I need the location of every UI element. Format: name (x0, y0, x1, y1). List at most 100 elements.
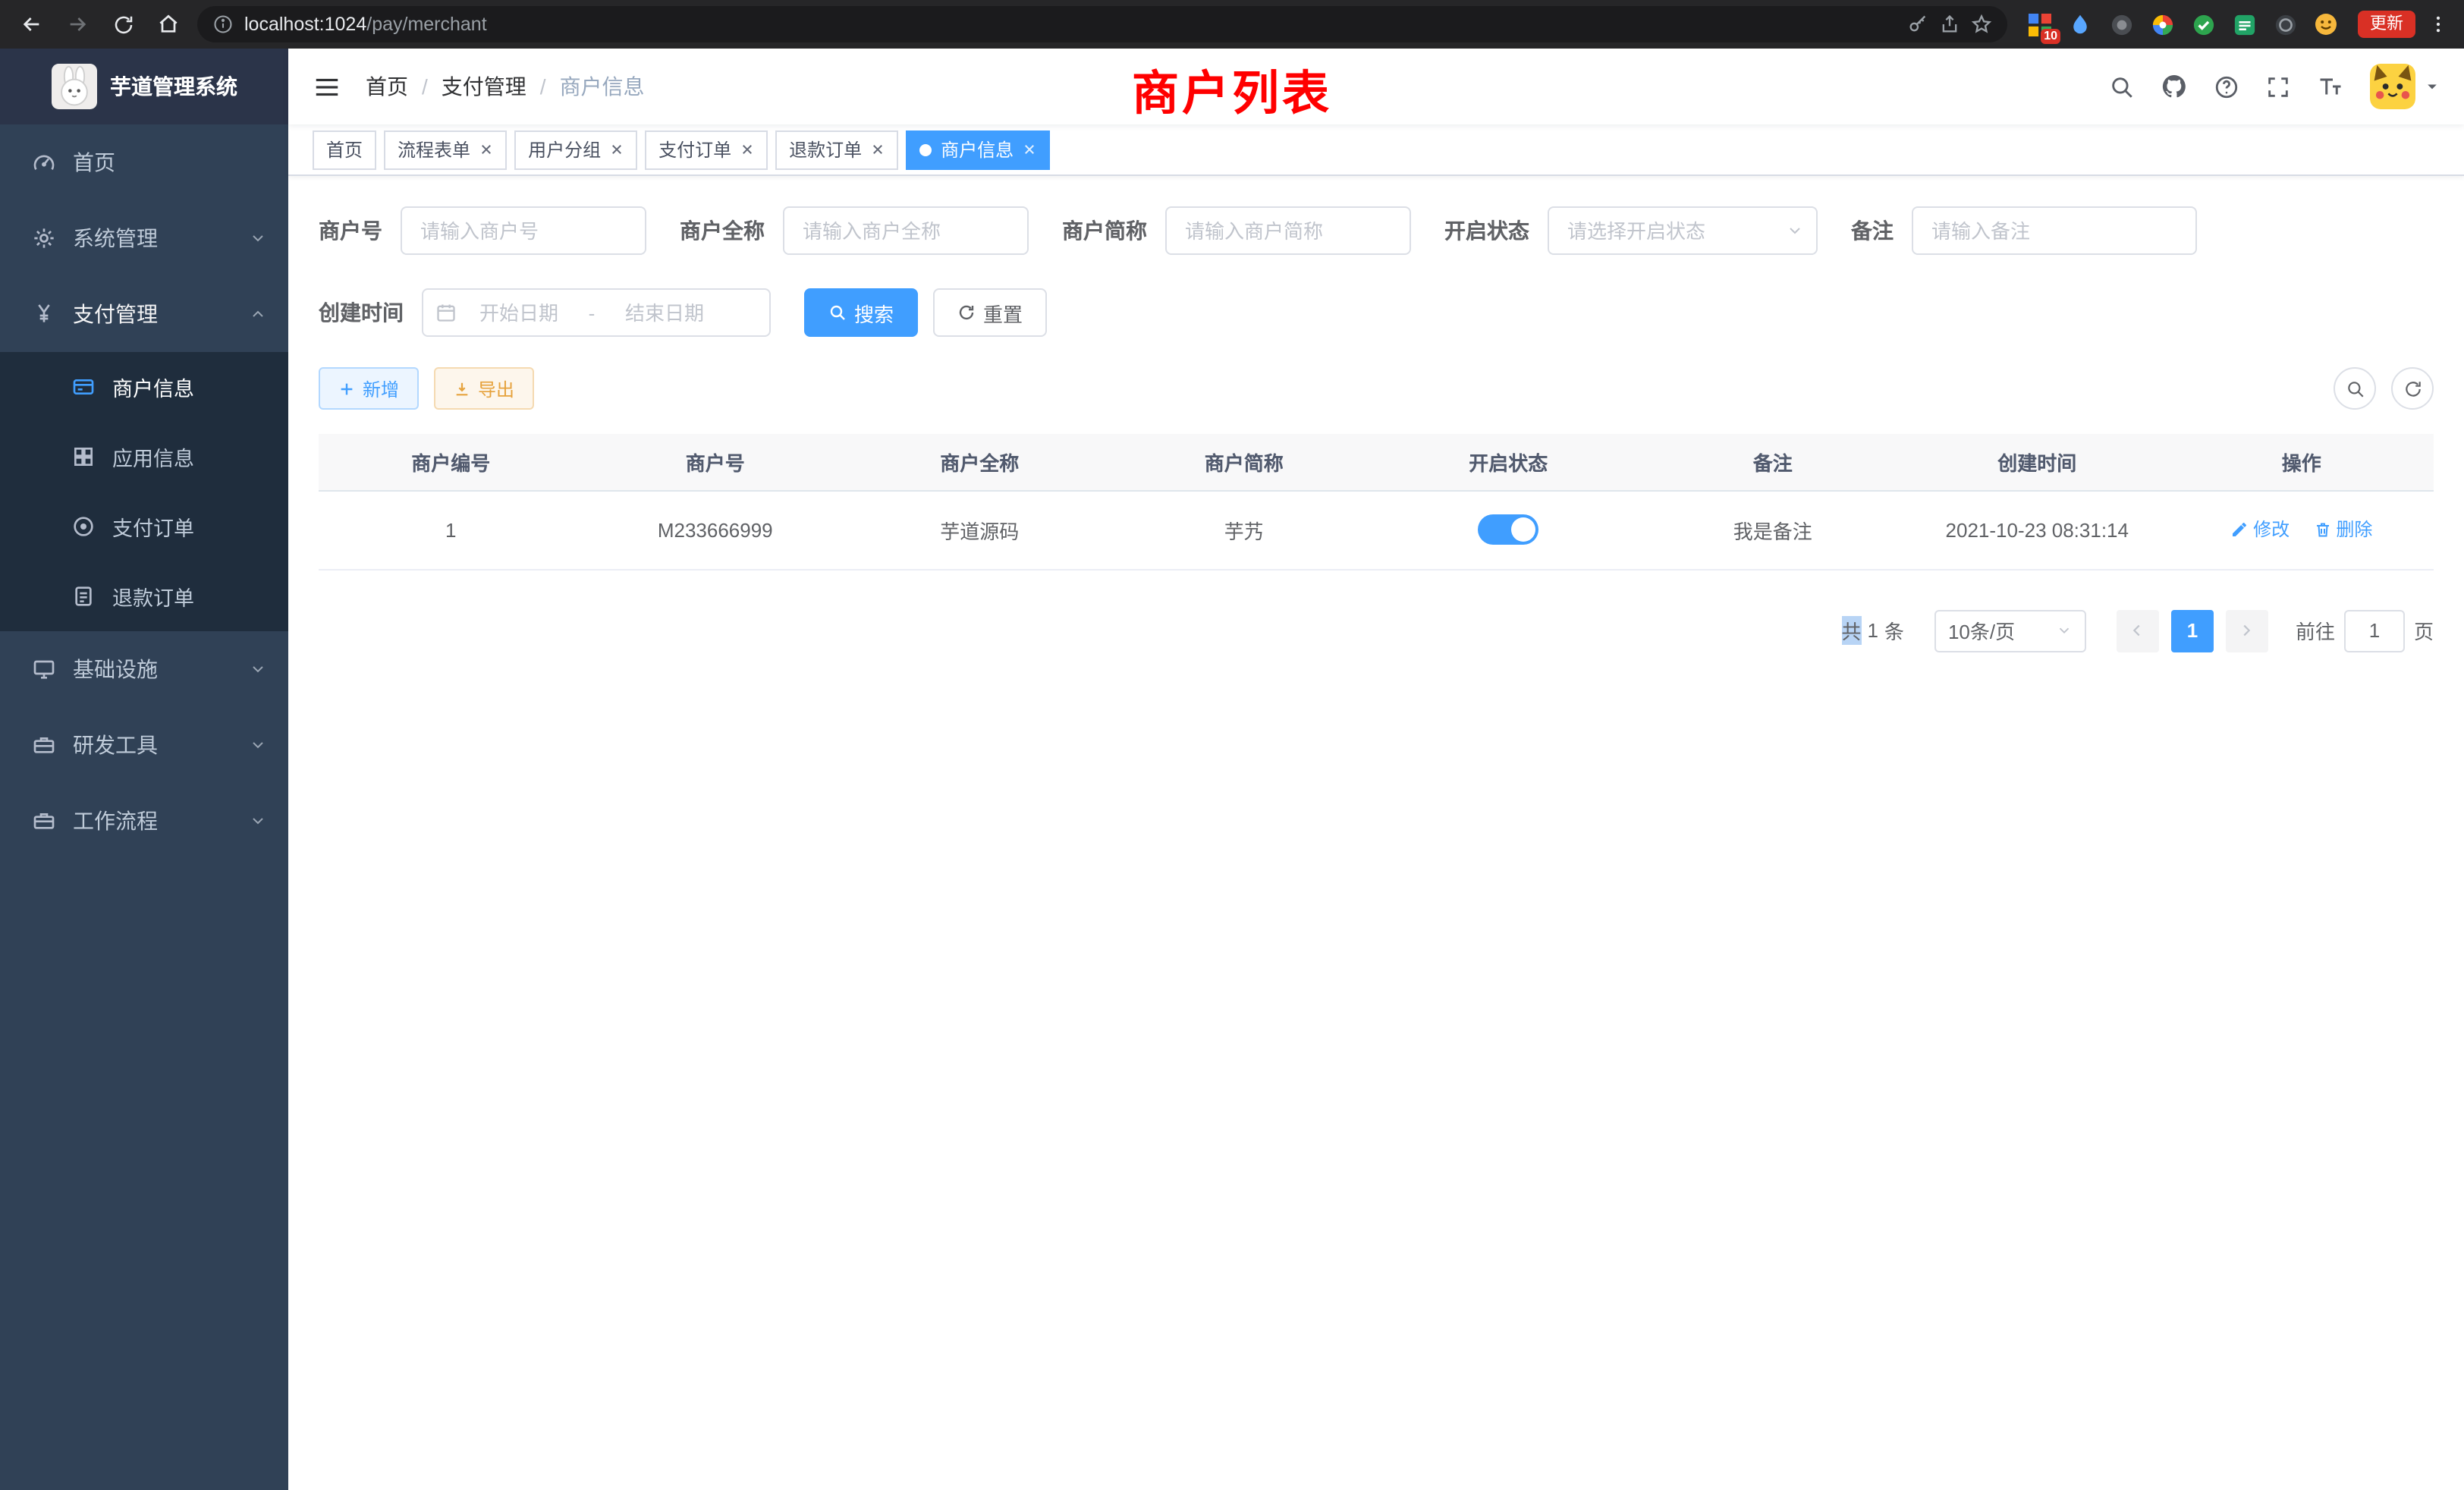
sidebar-item-label: 支付订单 (112, 511, 194, 542)
page-size-select[interactable]: 10条/页 (1934, 609, 2086, 652)
extension-drop-icon[interactable] (2066, 11, 2094, 38)
sidebar-item-infra[interactable]: 基础设施 (0, 631, 288, 707)
pagination: 共 1 条 10条/页 1 (319, 609, 2434, 682)
reset-button[interactable]: 重置 (933, 288, 1047, 337)
col-merchant-id: 商户编号 (319, 434, 583, 490)
breadcrumb-payment[interactable]: 支付管理 (442, 71, 526, 102)
chevron-down-icon (249, 660, 267, 678)
close-icon[interactable] (610, 143, 624, 156)
sidebar-item-system[interactable]: 系统管理 (0, 200, 288, 276)
sidebar-item-workflow[interactable]: 工作流程 (0, 783, 288, 859)
sidebar-item-label: 商户信息 (112, 372, 194, 402)
sidebar-item-app-info[interactable]: 应用信息 (0, 422, 288, 492)
app-frame: 芋道管理系统 首页 系统管理 (0, 49, 2464, 1490)
tag-label: 退款订单 (789, 137, 862, 162)
bank-card-icon (70, 375, 97, 399)
font-size-icon[interactable] (2317, 73, 2344, 100)
export-button[interactable]: 导出 (434, 367, 534, 410)
goto-page-input[interactable] (2344, 609, 2405, 652)
browser-menu-icon[interactable] (2428, 14, 2449, 35)
create-time-label: 创建时间 (319, 297, 422, 328)
toolbox-icon (30, 733, 58, 757)
browser-home-icon[interactable] (152, 8, 185, 41)
add-button[interactable]: 新增 (319, 367, 419, 410)
full-name-label: 商户全称 (680, 215, 783, 246)
sidebar-item-payment[interactable]: 支付管理 (0, 276, 288, 352)
sidebar-item-devtools[interactable]: 研发工具 (0, 707, 288, 783)
full-name-input[interactable] (783, 206, 1029, 255)
browser-forward-icon[interactable] (61, 8, 94, 41)
chevron-down-icon (2056, 622, 2073, 639)
sidebar-item-home[interactable]: 首页 (0, 124, 288, 200)
status-toggle[interactable] (1478, 514, 1538, 545)
search-icon[interactable] (2109, 74, 2135, 99)
page-number-button[interactable]: 1 (2171, 609, 2214, 652)
date-range-picker[interactable]: - (422, 288, 771, 337)
toggle-search-button[interactable] (2334, 367, 2376, 410)
short-name-input[interactable] (1165, 206, 1411, 255)
browser-update-button[interactable]: 更新 (2358, 11, 2415, 38)
page-unit-label: 页 (2414, 616, 2434, 645)
browser-chrome: localhost:1024/pay/merchant 10 (0, 0, 2464, 49)
status-select[interactable] (1548, 206, 1818, 255)
sidebar-item-label: 应用信息 (112, 442, 194, 472)
app-logo[interactable]: 芋道管理系统 (0, 49, 288, 124)
close-icon[interactable] (871, 143, 885, 156)
site-info-icon[interactable] (212, 14, 234, 35)
edit-button[interactable]: 修改 (2230, 517, 2290, 542)
breadcrumb-separator: / (540, 74, 546, 99)
user-menu[interactable] (2370, 64, 2440, 109)
tag-user-group[interactable]: 用户分组 (514, 130, 637, 169)
github-icon[interactable] (2161, 73, 2188, 100)
password-key-icon[interactable] (1907, 14, 1928, 35)
col-full-name: 商户全称 (847, 434, 1112, 490)
pagination-total: 共 1 条 (1841, 616, 1904, 645)
trash-icon (2313, 520, 2331, 539)
remark-input[interactable] (1912, 206, 2197, 255)
tag-refund-order[interactable]: 退款订单 (775, 130, 898, 169)
fullscreen-icon[interactable] (2265, 74, 2291, 99)
extension-grid-icon[interactable]: 10 (2026, 11, 2053, 38)
tag-pay-order[interactable]: 支付订单 (645, 130, 768, 169)
extension-dark-circle-icon[interactable] (2107, 11, 2135, 38)
browser-reload-icon[interactable] (106, 8, 140, 41)
status-select-input[interactable] (1548, 206, 1818, 255)
merchant-no-input[interactable] (401, 206, 646, 255)
pager: 1 (2117, 609, 2268, 652)
grid-icon (70, 445, 97, 469)
tag-home[interactable]: 首页 (313, 130, 376, 169)
tag-merchant-info[interactable]: 商户信息 (906, 130, 1050, 169)
cell-actions: 修改 删除 (2170, 490, 2434, 569)
sidebar-item-merchant-info[interactable]: 商户信息 (0, 352, 288, 422)
address-bar[interactable]: localhost:1024/pay/merchant (197, 6, 2007, 42)
date-start-input[interactable] (463, 301, 575, 324)
tag-process-form[interactable]: 流程表单 (384, 130, 507, 169)
edit-label: 修改 (2253, 517, 2290, 542)
cell-merchant-id: 1 (319, 490, 583, 569)
close-icon[interactable] (479, 143, 493, 156)
navbar-actions (2109, 64, 2440, 109)
refresh-table-button[interactable] (2391, 367, 2434, 410)
browser-back-icon[interactable] (15, 8, 49, 41)
extension-knot-icon[interactable] (2271, 11, 2299, 38)
delete-button[interactable]: 删除 (2313, 517, 2372, 542)
breadcrumb-home[interactable]: 首页 (366, 71, 408, 102)
extension-note-icon[interactable] (2230, 11, 2258, 38)
hamburger-icon[interactable] (313, 72, 341, 101)
search-button[interactable]: 搜索 (804, 288, 918, 337)
field-merchant-no: 商户号 (319, 206, 646, 255)
prev-page-button[interactable] (2117, 609, 2159, 652)
extension-smiley-icon[interactable] (2312, 11, 2340, 38)
date-end-input[interactable] (608, 301, 721, 324)
share-icon[interactable] (1939, 14, 1960, 35)
sidebar-item-refund-order[interactable]: 退款订单 (0, 561, 288, 631)
next-page-button[interactable] (2226, 609, 2268, 652)
help-icon[interactable] (2214, 74, 2239, 99)
extension-color-wheel-icon[interactable] (2148, 11, 2176, 38)
extension-row: 10 (2019, 11, 2346, 38)
extension-check-circle-icon[interactable] (2189, 11, 2217, 38)
sidebar-item-pay-order[interactable]: 支付订单 (0, 492, 288, 561)
bookmark-star-icon[interactable] (1971, 14, 1992, 35)
close-icon[interactable] (740, 143, 754, 156)
close-icon[interactable] (1023, 143, 1036, 156)
